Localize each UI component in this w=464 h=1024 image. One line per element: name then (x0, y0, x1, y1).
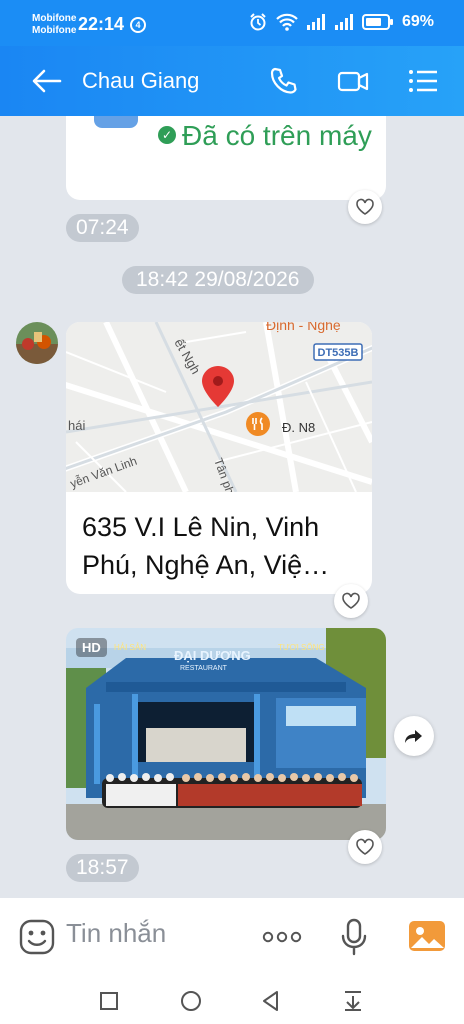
file-status-text: Đã có trên máy (182, 120, 372, 151)
file-message-bubble[interactable]: ✓ Đã có trên máy (66, 116, 386, 200)
system-nav-bar (0, 978, 464, 1024)
message-time: 07:24 (66, 214, 139, 242)
signal-icon-2 (334, 14, 353, 30)
map-label-top: Định - Nghệ (266, 322, 341, 333)
share-icon[interactable] (394, 716, 434, 756)
chat-header: Chau Giang (0, 46, 464, 116)
date-separator: 18:42 29/08/2026 (122, 266, 314, 294)
signal-icon (306, 14, 325, 30)
notification-pull-icon[interactable] (340, 988, 366, 1014)
alarm-icon (250, 13, 266, 31)
sign-subtitle: RESTAURANT (180, 665, 228, 672)
map-preview[interactable]: DT535B ết Ngh Định - Nghệ Đ. N8 hái yễn … (66, 322, 372, 492)
restaurant-photo: ĐẠI DƯƠNG RESTAURANT HẢI SẢN TƯƠI SỐNG (66, 628, 386, 840)
gallery-icon[interactable] (408, 918, 446, 954)
clock-badge: 4 (130, 17, 146, 33)
chat-area[interactable]: ✓ Đã có trên máy 07:24 18:42 29/08/2026 (0, 116, 464, 898)
heart-react-icon-3[interactable] (348, 830, 382, 864)
battery-icon (361, 14, 393, 30)
check-circle-icon: ✓ (158, 125, 176, 144)
sticker-icon[interactable] (18, 918, 56, 956)
message-composer: Tin nhắn (0, 898, 464, 978)
back-arrow-icon[interactable] (30, 66, 64, 96)
message-input[interactable]: Tin nhắn (66, 918, 166, 949)
carrier-2: Mobifone (32, 25, 77, 36)
map-label-left: hái (68, 418, 85, 433)
carrier-names: Mobifone Mobifone (32, 13, 76, 37)
more-options-icon[interactable] (262, 930, 302, 944)
status-time: 22:14 (78, 14, 125, 34)
sign-right: TƯƠI SỐNG (278, 642, 325, 652)
carrier-1: Mobifone (32, 13, 77, 24)
location-address: 635 V.I Lê Nin, Vinh Phú, Nghệ An, Việ… (82, 512, 330, 580)
heart-react-icon-2[interactable] (334, 584, 368, 618)
hd-badge: HD (76, 638, 107, 657)
location-message-card[interactable]: DT535B ết Ngh Định - Nghệ Đ. N8 hái yễn … (66, 322, 372, 594)
map-label-n8: Đ. N8 (282, 420, 315, 435)
phone-icon[interactable] (266, 64, 300, 98)
microphone-icon[interactable] (340, 918, 368, 956)
file-status: ✓ Đã có trên máy (158, 116, 378, 156)
sign-left: HẢI SẢN (114, 643, 146, 652)
sign-text: ĐẠI DƯƠNG (174, 648, 251, 663)
video-call-icon[interactable] (336, 64, 370, 98)
home-icon[interactable] (178, 988, 204, 1014)
map-road-badge: DT535B (318, 347, 359, 359)
back-nav-icon[interactable] (258, 988, 284, 1014)
battery-percent: 69% (401, 13, 434, 30)
status-bar: Mobifone Mobifone 22:14 4 69% (0, 0, 464, 46)
photo-time: 18:57 (66, 854, 139, 882)
recent-apps-icon[interactable] (96, 988, 122, 1014)
chat-title[interactable]: Chau Giang (82, 68, 199, 94)
avatar[interactable] (16, 322, 58, 364)
menu-list-icon[interactable] (406, 64, 440, 98)
wifi-icon (276, 13, 298, 31)
file-thumbnail (94, 116, 138, 128)
heart-react-icon[interactable] (348, 190, 382, 224)
photo-message[interactable]: ĐẠI DƯƠNG RESTAURANT HẢI SẢN TƯƠI SỐNG H… (66, 628, 386, 840)
